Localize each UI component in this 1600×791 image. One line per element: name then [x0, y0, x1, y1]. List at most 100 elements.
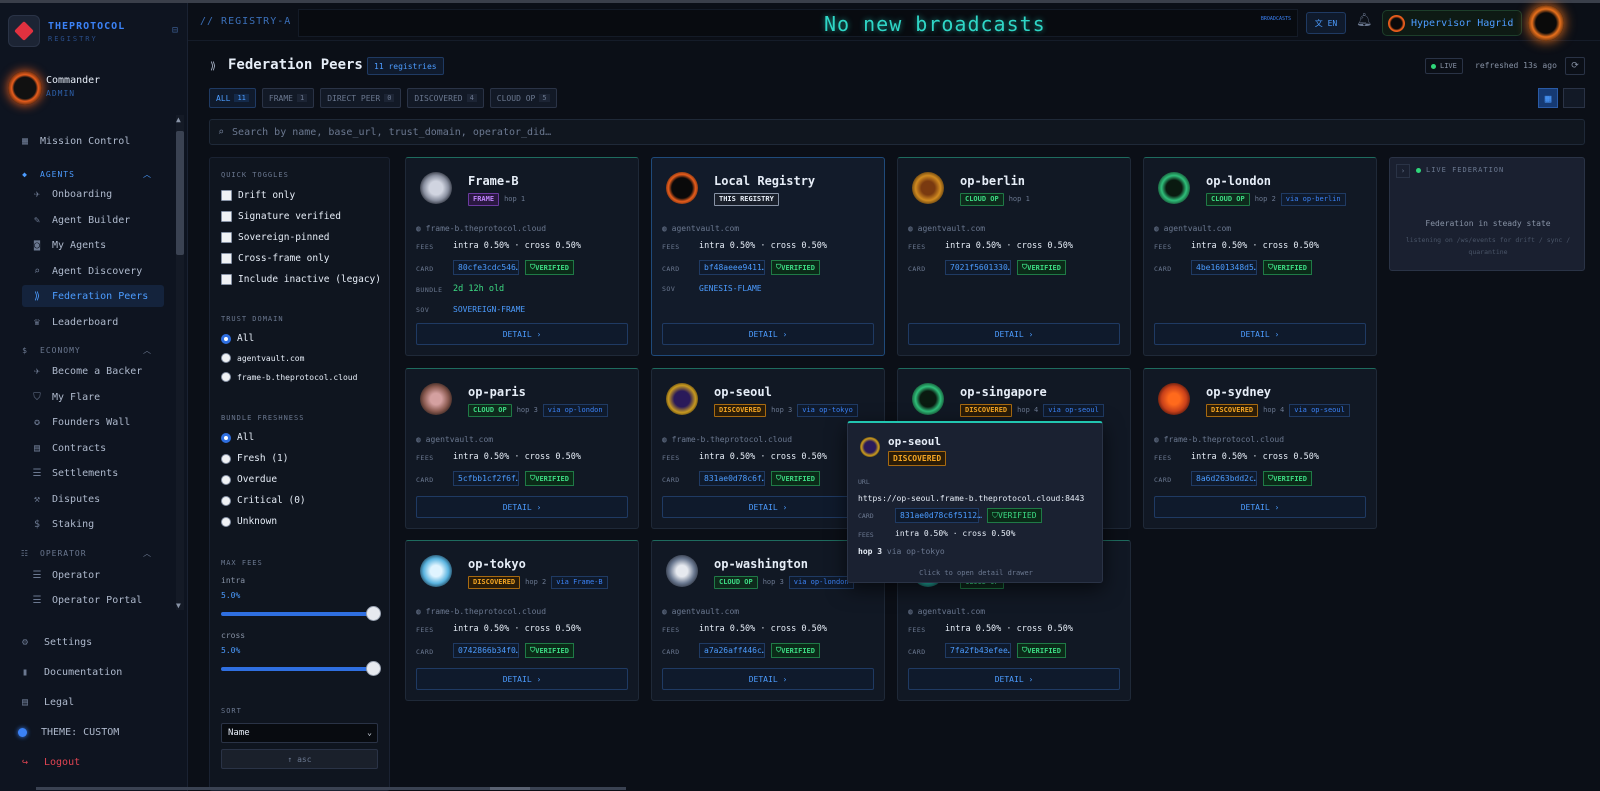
nav-operator[interactable]: ☰ Operator	[30, 564, 164, 586]
horizontal-scroll-thumb[interactable]	[490, 787, 530, 790]
expand-panel-button[interactable]: ›	[1396, 164, 1410, 178]
radio[interactable]	[221, 453, 231, 464]
nav-section-agents[interactable]: ◆ AGENTS ︿	[18, 166, 168, 182]
radio[interactable]	[221, 372, 231, 382]
grid-view-button[interactable]: ▦	[1538, 88, 1558, 108]
nav-agent-discovery[interactable]: ⌕ Agent Discovery	[30, 260, 164, 282]
radio[interactable]	[221, 495, 231, 506]
peer-hover-card[interactable]: op-seoul DISCOVERED URL https://op-seoul…	[847, 421, 1103, 583]
via-link[interactable]: via op-london	[542, 403, 608, 417]
peer-card[interactable]: Frame-B FRAME hop 1 ◍ frame-b.theprotocol.c…	[405, 157, 639, 356]
toggle-cross-frame[interactable]: Cross-frame only	[221, 253, 330, 264]
nav-operator-portal[interactable]: ☰ Operator Portal	[30, 589, 164, 610]
card-id[interactable]: 7fa2fb43efee…	[945, 643, 1011, 658]
checkbox[interactable]	[221, 190, 232, 201]
checkbox[interactable]	[221, 232, 232, 243]
nav-documentation[interactable]: ▮ Documentation	[18, 661, 178, 683]
nav-settings[interactable]: ⚙ Settings	[18, 631, 178, 653]
card-id[interactable]: 8a6d263bdd2c…	[1191, 471, 1257, 486]
detail-button[interactable]: DETAIL ›	[416, 668, 628, 690]
card-id[interactable]: a7a26aff446c…	[699, 643, 765, 658]
detail-button[interactable]: DETAIL ›	[908, 668, 1120, 690]
nav-section-operator[interactable]: ☷ OPERATOR ︿	[18, 545, 168, 561]
theme-toggle[interactable]: THEME: CUSTOM	[18, 721, 178, 743]
nav-my-agents[interactable]: ◙ My Agents	[30, 234, 164, 256]
sort-direction-button[interactable]: ↑ asc	[221, 749, 378, 769]
toggle-include-inactive[interactable]: Include inactive (legacy)	[221, 274, 381, 285]
nav-settlements[interactable]: ☰ Settlements	[30, 462, 164, 484]
card-id[interactable]: 7021f5601330…	[945, 260, 1011, 275]
card-id[interactable]: 0742866b34f0…	[453, 643, 519, 658]
radio[interactable]	[221, 516, 231, 527]
horizontal-scrollbar[interactable]	[36, 787, 626, 790]
peer-card[interactable]: op-london CLOUD OP hop 2 via op-berlin ◍ age…	[1143, 157, 1377, 356]
radio-bundle-critical[interactable]: Critical (0)	[221, 495, 306, 506]
tab-discovered[interactable]: DISCOVERED 4	[407, 88, 484, 108]
user-menu[interactable]: Hypervisor Hagrid ⌄	[1382, 10, 1522, 36]
tab-frame[interactable]: FRAME 1	[261, 88, 315, 108]
nav-contracts[interactable]: ▤ Contracts	[30, 437, 164, 459]
radio-bundle-unknown[interactable]: Unknown	[221, 516, 277, 527]
detail-button[interactable]: DETAIL ›	[662, 668, 874, 690]
toggle-signature-verified[interactable]: Signature verified	[221, 211, 341, 222]
radio[interactable]	[221, 432, 231, 443]
nav-leaderboard[interactable]: ♛ Leaderboard	[30, 311, 164, 333]
detail-button[interactable]: DETAIL ›	[1154, 496, 1366, 518]
card-id[interactable]: 80cfe3cdc546…	[453, 260, 519, 275]
peer-card[interactable]: op-paris CLOUD OP hop 3 via op-london ◍ agen…	[405, 368, 639, 529]
radio[interactable]	[221, 353, 231, 363]
radio-bundle-all[interactable]: All	[221, 432, 254, 443]
tab-cloud-op[interactable]: CLOUD OP 5	[489, 88, 557, 108]
nav-my-flare[interactable]: ⛉ My Flare	[30, 386, 164, 408]
nav-staking[interactable]: $ Staking	[30, 513, 164, 535]
card-id[interactable]: 5cfbb1cf2f6f…	[453, 471, 519, 486]
nav-disputes[interactable]: ⚒ Disputes	[30, 488, 164, 510]
nav-onboarding[interactable]: ✈ Onboarding	[30, 183, 164, 205]
toggle-sovereign-pinned[interactable]: Sovereign-pinned	[221, 232, 330, 243]
radio[interactable]	[221, 474, 231, 485]
nav-legal[interactable]: ▤ Legal	[18, 691, 178, 713]
cross-slider-knob[interactable]	[366, 661, 381, 676]
nav-agent-builder[interactable]: ✎ Agent Builder	[30, 209, 164, 231]
sort-select[interactable]: Name ⌄	[221, 723, 378, 743]
collapse-sidebar-icon[interactable]: ⊟	[172, 25, 178, 36]
tab-direct-peer[interactable]: DIRECT PEER 0	[320, 88, 402, 108]
brand[interactable]: THEPROTOCOL REGISTRY ⊟	[8, 15, 178, 51]
sidebar-scroll-thumb[interactable]	[176, 131, 184, 255]
search-input[interactable]	[232, 126, 1533, 138]
radio-bundle-fresh[interactable]: Fresh (1)	[221, 453, 288, 464]
via-link[interactable]: via op-tokyo	[797, 403, 858, 417]
nav-mission-control[interactable]: ▦ Mission Control	[18, 130, 168, 152]
detail-button[interactable]: DETAIL ›	[662, 323, 874, 345]
card-id[interactable]: 4be1601348d5…	[1191, 260, 1257, 275]
logout-button[interactable]: ↪ Logout	[18, 751, 178, 773]
via-link[interactable]: via op-seoul	[1289, 403, 1350, 417]
peer-card[interactable]: op-sydney DISCOVERED hop 4 via op-seoul ◍ fr…	[1143, 368, 1377, 529]
via-link[interactable]: via op-seoul	[1043, 403, 1104, 417]
nav-founders-wall[interactable]: ✪ Founders Wall	[30, 411, 164, 433]
nav-federation-peers[interactable]: ⟫ Federation Peers	[22, 285, 164, 307]
checkbox[interactable]	[221, 274, 232, 285]
checkbox[interactable]	[221, 253, 232, 264]
card-id[interactable]: bf48aeee9411…	[699, 260, 765, 275]
bell-icon[interactable]: 🔔︎	[1356, 13, 1373, 28]
radio-trust-frame-b[interactable]: frame-b.theprotocol.cloud	[221, 372, 357, 382]
peer-card[interactable]: op-berlin CLOUD OP hop 1 ◍ agentvault.com FE…	[897, 157, 1131, 356]
scroll-down-icon[interactable]: ▼	[176, 601, 181, 610]
radio-bundle-overdue[interactable]: Overdue	[221, 474, 277, 485]
refresh-button[interactable]: ⟳	[1565, 57, 1585, 75]
tab-all[interactable]: ALL 11	[209, 88, 256, 108]
nav-become-backer[interactable]: ✈ Become a Backer	[30, 360, 164, 382]
language-button[interactable]: 文 EN	[1306, 12, 1346, 34]
user-avatar[interactable]	[8, 71, 42, 105]
radio-trust-all[interactable]: All	[221, 333, 254, 344]
detail-button[interactable]: DETAIL ›	[908, 323, 1120, 345]
scroll-up-icon[interactable]: ▲	[176, 115, 181, 124]
peer-card[interactable]: Local Registry THIS REGISTRY ◍ agentvault.…	[651, 157, 885, 356]
via-link[interactable]: via op-berlin	[1280, 192, 1346, 206]
radio[interactable]	[221, 333, 231, 344]
list-view-button[interactable]	[1563, 88, 1585, 108]
checkbox[interactable]	[221, 211, 232, 222]
via-link[interactable]: via op-london	[788, 575, 854, 589]
toggle-drift-only[interactable]: Drift only	[221, 190, 295, 201]
